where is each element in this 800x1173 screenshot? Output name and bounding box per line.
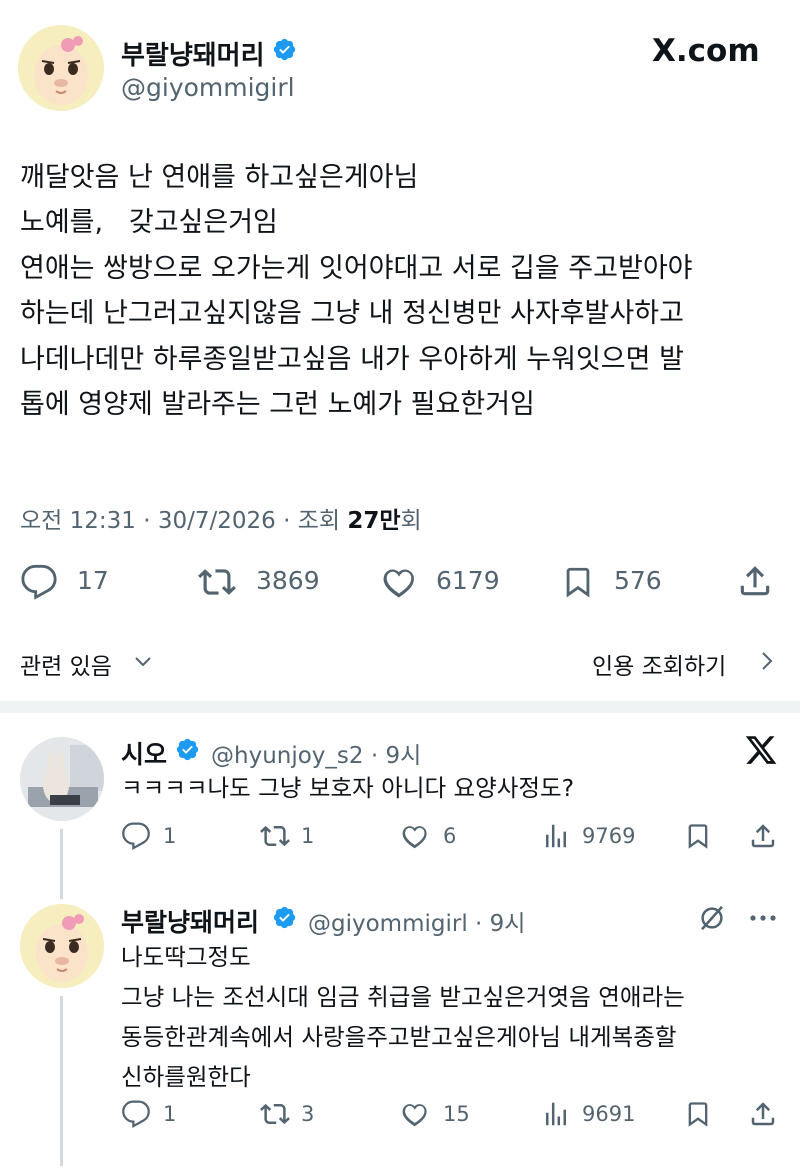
author-handle[interactable]: @giyommigirl: [121, 73, 295, 102]
related-link[interactable]: 관련 있음: [20, 647, 112, 681]
views-count: 9769: [582, 824, 636, 848]
view-count-suffix: 회: [400, 508, 422, 534]
reply-avatar[interactable]: [20, 904, 104, 988]
share-button[interactable]: [736, 561, 774, 601]
thread-line: [60, 829, 63, 899]
verified-badge-icon: [272, 37, 297, 62]
views-icon: [546, 1102, 566, 1126]
repost-count: 1: [301, 824, 315, 848]
like-button[interactable]: [398, 1099, 430, 1129]
tweet-line: 하는데 난그러고싶지않음 그냥 내 정신병만 사자후발사하고: [20, 298, 684, 330]
repost-count: 3869: [256, 566, 320, 595]
share-icon: [751, 824, 775, 848]
repost-icon: [260, 1103, 290, 1125]
reply-count: 1: [163, 824, 177, 848]
reply-icon: [122, 1100, 150, 1129]
reply-time: · 9시: [370, 743, 422, 769]
view-quotes-link[interactable]: 인용 조회하기: [592, 647, 726, 681]
share-icon: [740, 566, 770, 596]
reply-line: 동등한관계속에서 사랑을주고받고싶은게아님 내게복종할: [121, 1023, 677, 1051]
reply-icon: [21, 564, 57, 600]
share-button[interactable]: [748, 820, 778, 852]
verified-badge-icon: [175, 737, 200, 762]
reply-handle: @giyommigirl: [308, 911, 468, 937]
tweet-line: 연애는 쌍방으로 오가는게 잇어야대고 서로 깁을 주고받아야: [20, 252, 693, 284]
repost-icon: [260, 825, 290, 847]
bookmark-icon: [688, 1102, 708, 1127]
reply-handle: @hyunjoy_s2: [211, 743, 364, 769]
reply-count: 17: [77, 566, 109, 595]
like-icon: [402, 826, 427, 849]
bookmark-icon: [688, 824, 708, 849]
reply-avatar[interactable]: [20, 737, 104, 821]
repost-count: 3: [301, 1102, 315, 1126]
reply-author-name[interactable]: 시오: [121, 735, 167, 771]
reply-text: 나도딱그정도 그냥 나는 조선시대 임금 취급을 받고싶은거엿음 연애라는 동등…: [121, 937, 685, 1097]
views-count: 9691: [582, 1102, 636, 1126]
tweet-line: 깨달앗음 난 연애를 하고싶은게아님: [20, 162, 419, 193]
reply-line: 신하를원한다: [121, 1063, 251, 1091]
author-name[interactable]: 부랄냥돼머리: [121, 35, 265, 72]
share-button[interactable]: [748, 1098, 778, 1130]
site-logo[interactable]: X.com: [652, 33, 760, 69]
reply-button[interactable]: [20, 563, 58, 601]
views-button[interactable]: [541, 821, 571, 851]
bookmark-count: 576: [614, 566, 662, 595]
repost-icon: [198, 569, 236, 595]
tweet-line: 노예를, 갖고싶은거임: [20, 207, 278, 239]
repost-button[interactable]: [258, 821, 292, 851]
reply-icon: [122, 822, 150, 851]
reply-author-handle[interactable]: @hyunjoy_s2 · 9시: [211, 736, 421, 770]
view-count: 27만: [347, 508, 401, 534]
reply-line: 그냥 나는 조선시대 임금 취급을 받고싶은거엿음 연애라는: [121, 983, 685, 1011]
more-icon[interactable]: [748, 905, 778, 931]
reply-author-handle[interactable]: @giyommigirl · 9시: [308, 904, 525, 938]
reply-button[interactable]: [121, 821, 151, 851]
related-label: 관련 있음: [20, 654, 112, 680]
share-icon: [751, 1102, 775, 1126]
repost-button[interactable]: [258, 1099, 292, 1129]
chevron-right-icon: [757, 650, 777, 672]
views-button[interactable]: [541, 1099, 571, 1129]
like-count: 15: [443, 1102, 470, 1126]
reply-time: · 9시: [475, 911, 526, 937]
tweet-line: 나데나데만 하루종일받고싶음 내가 우아하게 누워잇으면 발: [20, 343, 684, 375]
reply-count: 1: [163, 1102, 177, 1126]
reply-author-name[interactable]: 부랄냥돼머리: [121, 903, 259, 939]
quotes-label: 인용 조회하기: [592, 654, 727, 680]
repost-button[interactable]: [196, 563, 238, 601]
grok-icon[interactable]: [697, 903, 727, 933]
like-icon: [383, 569, 414, 598]
reply-line: ㅋㅋㅋㅋ나도 그냥 보호자 아니다 요양사정도?: [121, 774, 575, 802]
bookmark-button[interactable]: [684, 821, 712, 851]
chevron-down-icon: [133, 651, 153, 671]
x-logo-icon[interactable]: [744, 733, 778, 767]
like-button[interactable]: [378, 563, 418, 601]
tweet-timestamp: 오전 12:31 · 30/7/2026 · 조회: [20, 508, 348, 534]
reply-text: ㅋㅋㅋㅋ나도 그냥 보호자 아니다 요양사정도?: [121, 768, 574, 808]
tweet-meta: 오전 12:31 · 30/7/2026 · 조회 27만회: [20, 501, 422, 535]
views-icon: [546, 824, 566, 848]
tweet-text: 깨달앗음 난 연애를 하고싶은게아님 노예를, 갖고싶은거임 연애는 쌍방으로 …: [20, 155, 693, 427]
tweet-line: 톱에 영양제 발라주는 그런 노예가 필요한거임: [20, 389, 535, 421]
bookmark-icon: [566, 567, 590, 598]
bookmark-button[interactable]: [561, 563, 595, 601]
verified-badge-icon: [272, 905, 297, 930]
section-divider: [0, 701, 800, 713]
like-count: 6179: [436, 566, 500, 595]
like-count: 6: [443, 824, 457, 848]
reply-line: 나도딱그정도: [121, 943, 251, 971]
like-button[interactable]: [398, 821, 430, 851]
reply-button[interactable]: [121, 1099, 151, 1129]
like-icon: [402, 1104, 427, 1127]
author-avatar[interactable]: [18, 25, 104, 111]
bookmark-button[interactable]: [684, 1099, 712, 1129]
thread-line: [60, 996, 63, 1166]
